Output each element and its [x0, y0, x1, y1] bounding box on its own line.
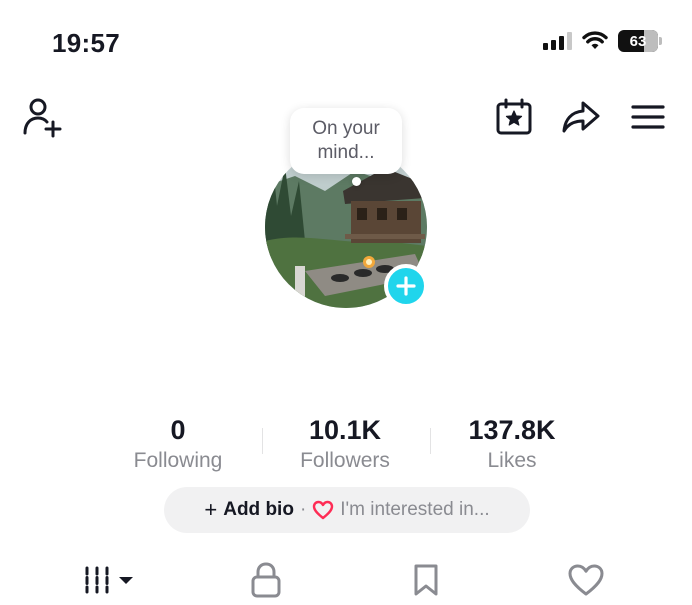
bio-pill[interactable]: + Add bio · I'm interested in...: [164, 487, 530, 533]
stat-divider: [262, 428, 263, 454]
tab-saved[interactable]: [404, 558, 448, 602]
calendar-star-icon[interactable]: [494, 98, 534, 136]
likes-stat[interactable]: 137.8K Likes: [442, 414, 582, 475]
add-bio-button[interactable]: Add bio: [223, 499, 294, 521]
following-stat[interactable]: 0 Following: [108, 414, 248, 475]
followers-count: 10.1K: [308, 415, 382, 445]
tab-private[interactable]: [244, 558, 288, 602]
tab-videos[interactable]: [78, 558, 138, 602]
videos-grid-icon: [85, 566, 133, 594]
battery-icon: 63: [618, 30, 662, 52]
stat-divider: [430, 428, 431, 454]
bookmark-icon: [414, 564, 438, 596]
bio-separator: ·: [299, 499, 307, 520]
likes-label: Likes: [487, 449, 537, 472]
share-icon[interactable]: [560, 98, 602, 136]
followers-label: Followers: [300, 449, 390, 472]
status-bubble[interactable]: On your mind...: [290, 108, 402, 174]
tab-liked[interactable]: [564, 558, 608, 602]
plus-icon: +: [204, 497, 218, 522]
wifi-icon: [582, 31, 608, 49]
plus-icon: [396, 276, 416, 296]
followers-stat[interactable]: 10.1K Followers: [275, 414, 415, 475]
bubble-tail-dot: [352, 177, 361, 186]
add-friend-icon[interactable]: [22, 96, 66, 140]
likes-count: 137.8K: [468, 415, 556, 445]
heart-icon: [312, 500, 334, 520]
cellular-signal-icon: [543, 32, 572, 50]
heart-icon: [568, 564, 604, 596]
status-time: 19:57: [52, 28, 120, 58]
battery-percent: 63: [629, 32, 647, 50]
following-count: 0: [170, 415, 186, 445]
status-bubble-text: On your mind...: [312, 118, 380, 163]
add-story-button[interactable]: [384, 264, 428, 308]
lock-icon: [251, 562, 281, 598]
status-icons: 63: [543, 30, 662, 52]
following-label: Following: [133, 449, 223, 472]
interests-button[interactable]: I'm interested in...: [340, 499, 489, 521]
menu-icon[interactable]: [628, 100, 668, 134]
